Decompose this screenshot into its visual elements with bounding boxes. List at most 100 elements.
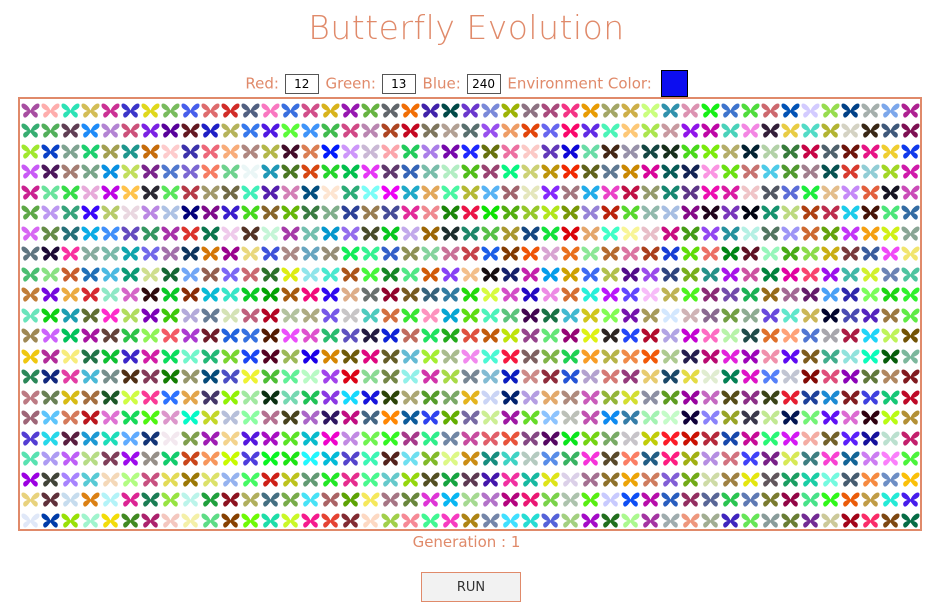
butterfly-icon [480, 205, 500, 220]
butterfly-icon [620, 410, 640, 425]
butterfly-icon [80, 410, 100, 425]
butterfly-icon [200, 410, 220, 425]
butterfly [500, 490, 520, 511]
butterfly-icon [880, 267, 900, 282]
butterfly [700, 367, 720, 388]
butterfly [620, 100, 640, 121]
butterfly-icon [760, 103, 780, 118]
butterfly-icon [740, 369, 760, 384]
butterfly [820, 100, 840, 121]
butterfly [440, 428, 460, 449]
butterfly-icon [860, 328, 880, 343]
butterfly [280, 285, 300, 306]
butterfly [60, 182, 80, 203]
butterfly-icon [700, 328, 720, 343]
butterfly-icon [600, 369, 620, 384]
butterfly-icon [560, 226, 580, 241]
butterfly-icon [460, 390, 480, 405]
butterfly [220, 182, 240, 203]
butterfly [620, 162, 640, 183]
butterfly-icon [80, 513, 100, 528]
butterfly [340, 305, 360, 326]
butterfly [20, 244, 40, 265]
butterfly [340, 162, 360, 183]
run-button[interactable]: RUN [421, 572, 521, 602]
blue-input[interactable] [466, 73, 501, 94]
butterfly-icon [820, 144, 840, 159]
butterfly-icon [380, 308, 400, 323]
butterfly [40, 449, 60, 470]
butterfly [640, 162, 660, 183]
butterfly [800, 408, 820, 429]
butterfly [360, 408, 380, 429]
butterfly-icon [460, 164, 480, 179]
butterfly-icon [340, 144, 360, 159]
butterfly-icon [760, 123, 780, 138]
butterfly [860, 408, 880, 429]
butterfly-icon [80, 328, 100, 343]
butterfly-icon [500, 513, 520, 528]
butterfly [60, 469, 80, 490]
butterfly [60, 223, 80, 244]
butterfly [520, 223, 540, 244]
butterfly-icon [840, 164, 860, 179]
butterfly [580, 121, 600, 142]
butterfly-icon [20, 144, 40, 159]
butterfly-icon [880, 123, 900, 138]
butterfly-icon [740, 349, 760, 364]
butterfly-icon [640, 164, 660, 179]
butterfly [760, 387, 780, 408]
butterfly [640, 244, 660, 265]
butterfly [740, 305, 760, 326]
butterfly [40, 203, 60, 224]
butterfly-icon [320, 308, 340, 323]
butterfly [480, 469, 500, 490]
butterfly-icon [100, 431, 120, 446]
butterfly-icon [360, 410, 380, 425]
butterfly-icon [780, 103, 800, 118]
butterfly-icon [400, 472, 420, 487]
butterfly-icon [360, 185, 380, 200]
butterfly [180, 387, 200, 408]
red-input[interactable] [284, 73, 319, 94]
butterfly [580, 285, 600, 306]
butterfly [680, 162, 700, 183]
butterfly [700, 469, 720, 490]
butterfly [600, 244, 620, 265]
butterfly-icon [300, 103, 320, 118]
butterfly [640, 264, 660, 285]
butterfly-icon [580, 431, 600, 446]
butterfly-icon [320, 144, 340, 159]
butterfly-icon [800, 144, 820, 159]
butterfly-icon [200, 431, 220, 446]
butterfly [800, 428, 820, 449]
butterfly-icon [540, 123, 560, 138]
butterfly [240, 326, 260, 347]
butterfly [160, 469, 180, 490]
butterfly [660, 141, 680, 162]
butterfly [760, 346, 780, 367]
butterfly-icon [360, 226, 380, 241]
butterfly-icon [120, 390, 140, 405]
butterfly-icon [500, 246, 520, 261]
butterfly [800, 182, 820, 203]
butterfly [900, 203, 920, 224]
butterfly-icon [320, 123, 340, 138]
butterfly-icon [800, 513, 820, 528]
butterfly-icon [40, 451, 60, 466]
butterfly [740, 285, 760, 306]
butterfly-icon [220, 185, 240, 200]
butterfly-icon [720, 287, 740, 302]
butterfly [140, 121, 160, 142]
butterfly [800, 346, 820, 367]
butterfly-icon [260, 431, 280, 446]
butterfly-icon [560, 308, 580, 323]
butterfly [340, 490, 360, 511]
butterfly-icon [420, 492, 440, 507]
butterfly [240, 203, 260, 224]
butterfly [760, 428, 780, 449]
butterfly [20, 510, 40, 529]
green-input[interactable] [381, 73, 416, 94]
butterfly-icon [440, 431, 460, 446]
butterfly-icon [880, 369, 900, 384]
